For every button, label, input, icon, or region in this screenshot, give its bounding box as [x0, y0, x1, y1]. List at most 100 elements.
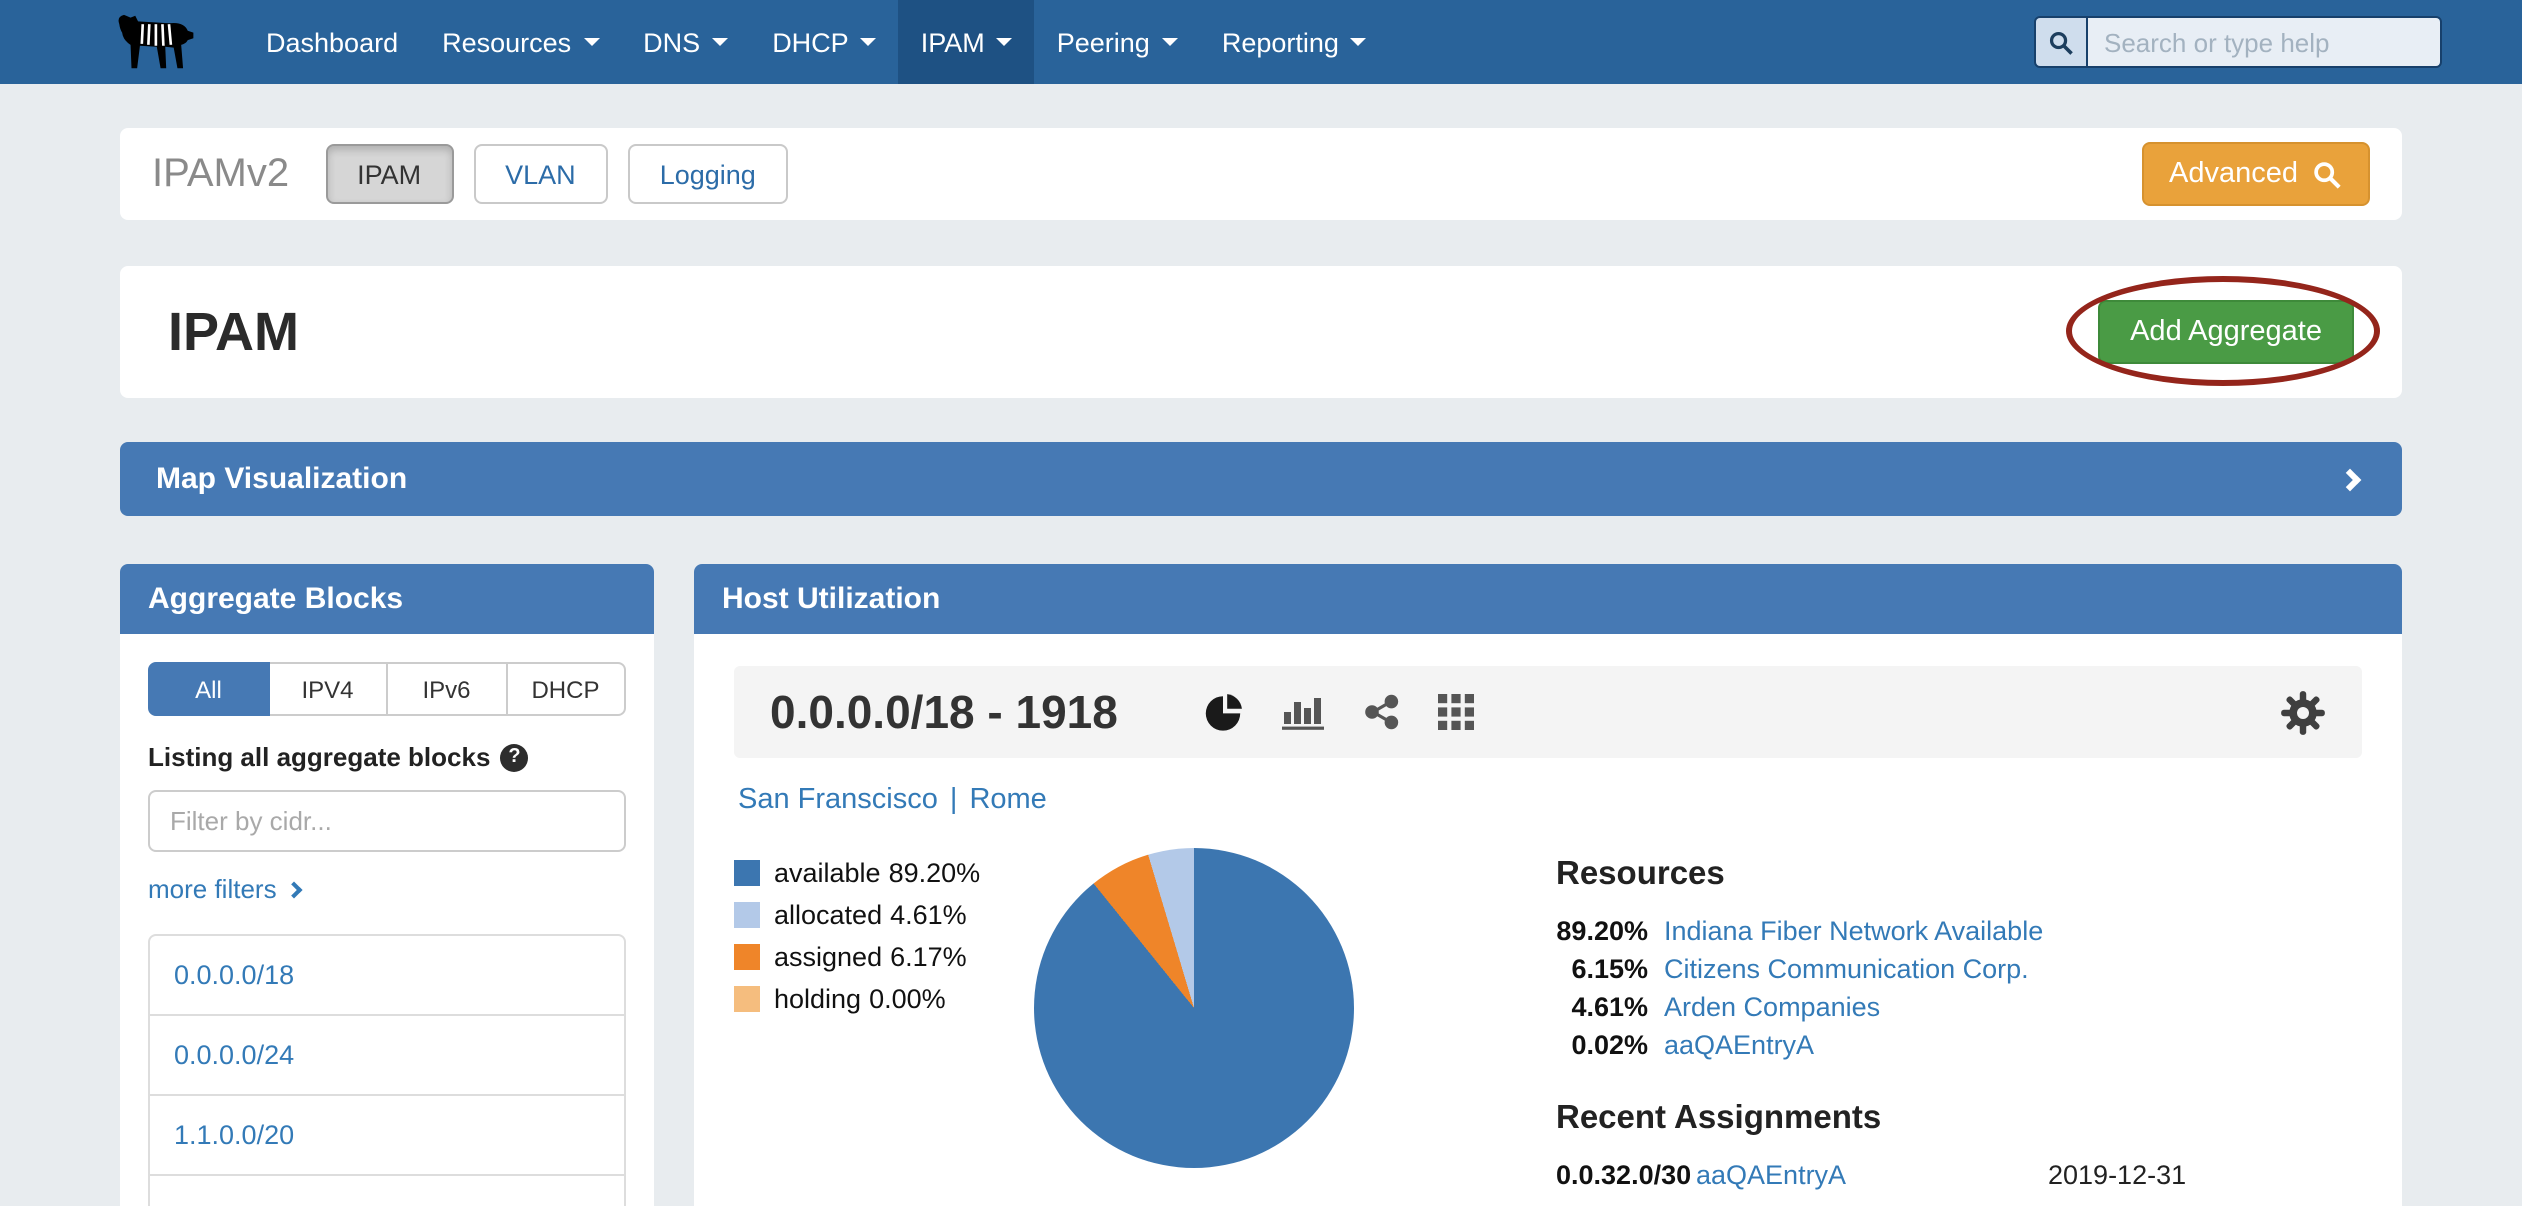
- block-title-strip: 0.0.0.0/18 - 1918: [734, 666, 2362, 758]
- nav-item-ipam[interactable]: IPAM: [899, 0, 1035, 84]
- main-nav: Dashboard Resources DNS DHCP IPAM Peerin…: [244, 0, 1389, 84]
- global-search: [2034, 16, 2442, 68]
- legend-swatch: [734, 860, 760, 886]
- legend-pct: 89.20%: [889, 858, 981, 888]
- recent-assignment-row: 0.0.32.0/30 aaQAEntryA 2019-12-31: [1556, 1160, 2186, 1190]
- map-visualization-bar[interactable]: Map Visualization: [120, 442, 2402, 516]
- chevron-down-icon: [997, 38, 1013, 46]
- resource-row: 4.61% Arden Companies: [1556, 992, 2186, 1022]
- nav-item-dhcp[interactable]: DHCP: [750, 0, 899, 84]
- filter-all[interactable]: All: [148, 662, 269, 716]
- chevron-right-icon: [2339, 468, 2362, 491]
- gear-icon[interactable]: [2280, 689, 2326, 735]
- search-icon: [2312, 159, 2342, 189]
- app-root: Dashboard Resources DNS DHCP IPAM Peerin…: [0, 0, 2522, 1206]
- toolbar-title: IPAMv2: [152, 151, 289, 197]
- aggregate-block-link[interactable]: 0.0.0.0/18: [150, 936, 624, 1016]
- aggregate-block-list: 0.0.0.0/18 0.0.0.0/24 1.1.0.0/20: [148, 934, 626, 1206]
- location-link-rome[interactable]: Rome: [969, 784, 1046, 816]
- location-separator: |: [950, 784, 958, 816]
- filter-ipv4[interactable]: IPV4: [269, 662, 388, 716]
- help-icon[interactable]: ?: [500, 743, 528, 771]
- ipamv2-toolbar: IPAMv2 IPAM VLAN Logging Advanced: [120, 128, 2402, 220]
- recent-assignments-heading: Recent Assignments: [1556, 1100, 2186, 1138]
- legend-item: available 89.20%: [734, 858, 1034, 888]
- filter-dhcp[interactable]: DHCP: [507, 662, 626, 716]
- zebra-logo[interactable]: [112, 12, 196, 72]
- bar-chart-icon[interactable]: [1282, 694, 1326, 730]
- advanced-label: Advanced: [2169, 158, 2298, 190]
- nav-item-label: Reporting: [1222, 27, 1339, 57]
- resource-pct: 0.02%: [1556, 1030, 1648, 1060]
- assignment-link[interactable]: aaQAEntryA: [1696, 1160, 2032, 1190]
- resources-column: Resources 89.20% Indiana Fiber Network A…: [1556, 848, 2186, 1206]
- tab-ipam[interactable]: IPAM: [325, 144, 453, 204]
- aggregate-blocks-header: Aggregate Blocks: [120, 564, 654, 634]
- resource-link[interactable]: aaQAEntryA: [1664, 1030, 2186, 1060]
- search-icon[interactable]: [2036, 18, 2088, 66]
- grid-icon[interactable]: [1438, 694, 1474, 730]
- location-links: San Franscisco | Rome: [738, 784, 2362, 816]
- advanced-button[interactable]: Advanced: [2141, 142, 2370, 206]
- nav-item-peering[interactable]: Peering: [1035, 0, 1200, 84]
- aggregate-block-link[interactable]: 0.0.0.0/24: [150, 1016, 624, 1096]
- aggregate-block-link[interactable]: [150, 1176, 624, 1206]
- resource-link[interactable]: Indiana Fiber Network Available: [1664, 916, 2186, 946]
- chevron-right-icon: [286, 881, 303, 898]
- legend-swatch: [734, 944, 760, 970]
- resource-pct: 4.61%: [1556, 992, 1648, 1022]
- host-utilization-panel: Host Utilization 0.0.0.0/18 - 1918: [694, 564, 2402, 1206]
- main-container: IPAMv2 IPAM VLAN Logging Advanced IPAM A…: [120, 128, 2402, 1206]
- nav-item-resources[interactable]: Resources: [420, 0, 621, 84]
- legend-item: assigned 6.17%: [734, 942, 1034, 972]
- utilization-chart-row: available 89.20% allocated 4.61% assigne…: [734, 848, 2362, 1206]
- nav-item-dns[interactable]: DNS: [621, 0, 750, 84]
- nav-item-label: Peering: [1057, 27, 1150, 57]
- resources-heading: Resources: [1556, 856, 2186, 894]
- assignment-date: 2019-12-17: [2048, 1202, 2186, 1206]
- legend-swatch: [734, 902, 760, 928]
- pie-legend: available 89.20% allocated 4.61% assigne…: [734, 848, 1034, 1206]
- aggregate-block-link[interactable]: 1.1.0.0/20: [150, 1096, 624, 1176]
- search-input[interactable]: [2088, 18, 2440, 66]
- assignment-cidr: 0.0.8.0/22: [1556, 1202, 1680, 1206]
- view-toggle-icons: [1202, 691, 1474, 733]
- legend-swatch: [734, 986, 760, 1012]
- listing-label-text: Listing all aggregate blocks: [148, 742, 490, 772]
- location-link-san-franscisco[interactable]: San Franscisco: [738, 784, 938, 816]
- cidr-filter-input[interactable]: [148, 790, 626, 852]
- resource-row: 89.20% Indiana Fiber Network Available: [1556, 916, 2186, 946]
- block-title: 0.0.0.0/18 - 1918: [770, 685, 1118, 739]
- resource-link[interactable]: Arden Companies: [1664, 992, 2186, 1022]
- filter-ipv6[interactable]: IPv6: [388, 662, 507, 716]
- nav-item-reporting[interactable]: Reporting: [1200, 0, 1389, 84]
- map-visualization-label: Map Visualization: [156, 462, 407, 496]
- tab-vlan[interactable]: VLAN: [473, 144, 608, 204]
- add-aggregate-button[interactable]: Add Aggregate: [2098, 300, 2354, 364]
- more-filters-link[interactable]: more filters: [148, 874, 301, 904]
- resource-pct: 89.20%: [1556, 916, 1648, 946]
- zebra-logo-image: [112, 12, 196, 72]
- listing-label: Listing all aggregate blocks ?: [148, 742, 626, 772]
- resource-link[interactable]: Citizens Communication Corp.: [1664, 954, 2186, 984]
- tab-logging[interactable]: Logging: [628, 144, 788, 204]
- legend-label: available: [774, 858, 881, 888]
- add-aggregate-area: Add Aggregate: [2098, 300, 2354, 364]
- aggregate-blocks-body: All IPV4 IPv6 DHCP Listing all aggregate…: [120, 634, 654, 1206]
- resource-row: 0.02% aaQAEntryA: [1556, 1030, 2186, 1060]
- aggregate-filter-group: All IPV4 IPv6 DHCP: [148, 662, 626, 716]
- nav-item-label: IPAM: [921, 27, 985, 57]
- ipam-page-header: IPAM Add Aggregate: [120, 266, 2402, 398]
- recent-assignment-row: 0.0.8.0/22 Citizens Communication Corp. …: [1556, 1202, 2186, 1206]
- assignment-link[interactable]: Citizens Communication Corp.: [1696, 1202, 2032, 1206]
- legend-pct: 0.00%: [869, 984, 946, 1014]
- legend-label: holding: [774, 984, 861, 1014]
- nav-item-label: DNS: [643, 27, 700, 57]
- share-icon[interactable]: [1364, 694, 1400, 730]
- pie-chart-icon[interactable]: [1202, 691, 1244, 733]
- nav-item-dashboard[interactable]: Dashboard: [244, 0, 420, 84]
- chevron-down-icon: [712, 38, 728, 46]
- chevron-down-icon: [1162, 38, 1178, 46]
- legend-item: holding 0.00%: [734, 984, 1034, 1014]
- chevron-down-icon: [861, 38, 877, 46]
